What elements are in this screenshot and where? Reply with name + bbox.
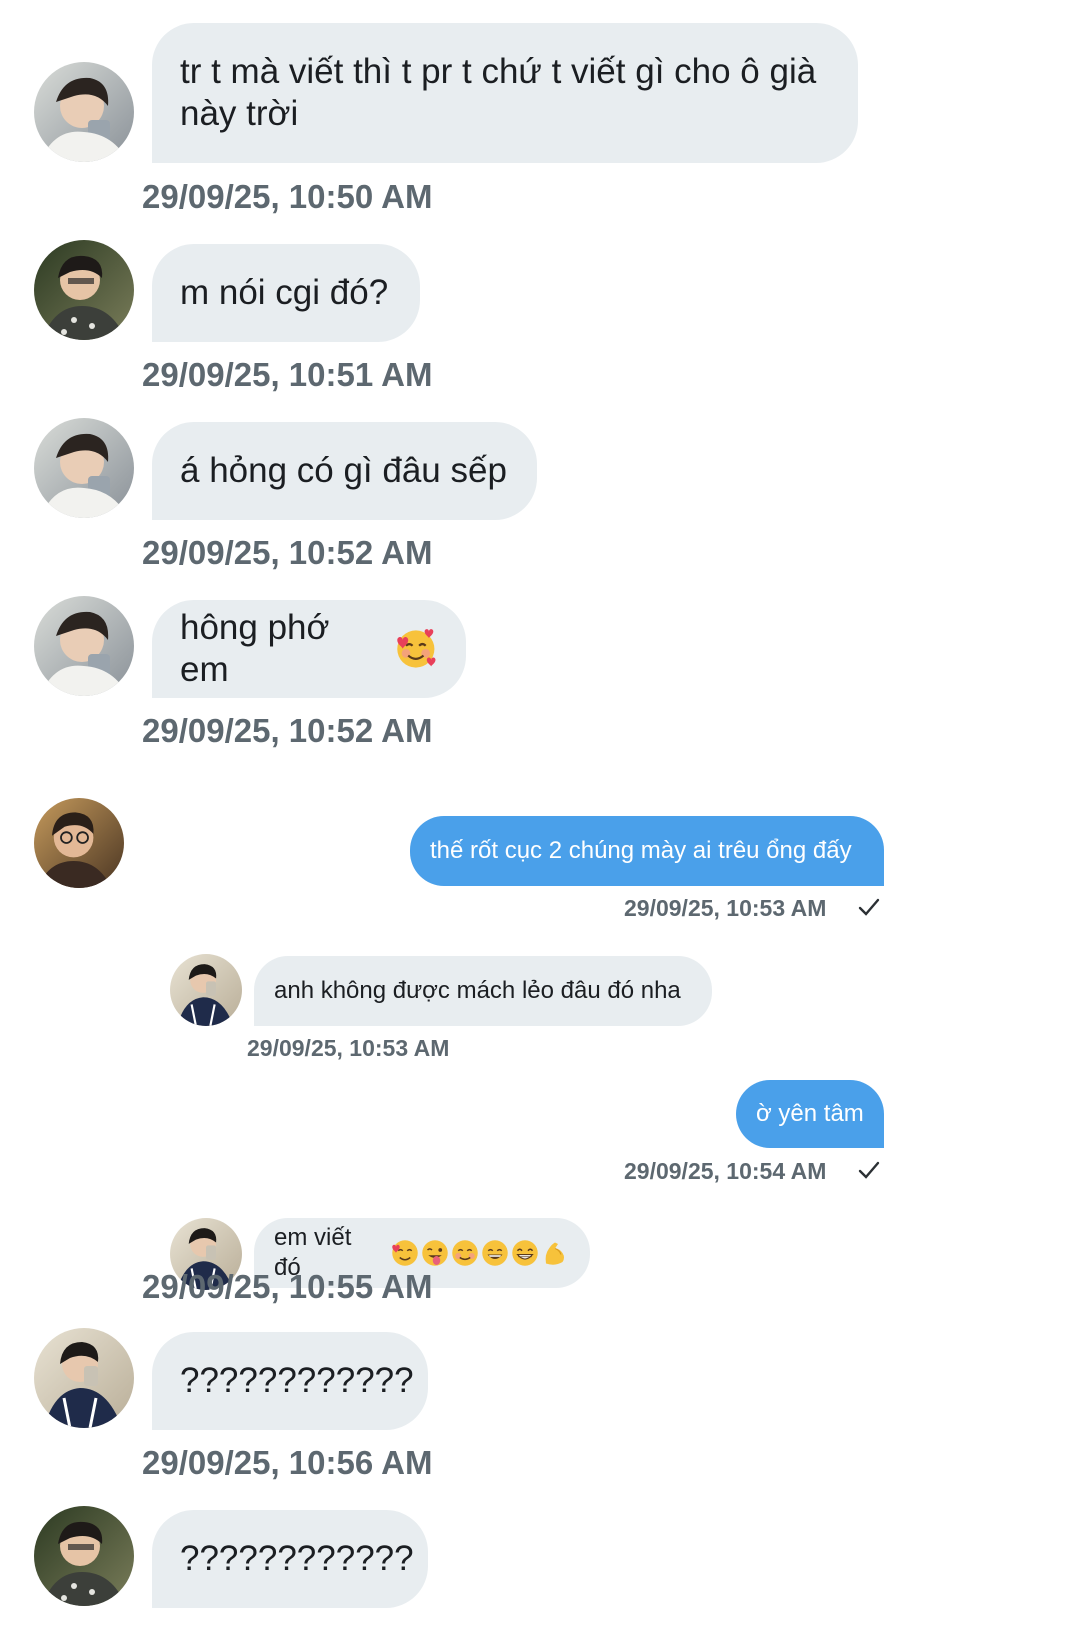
avatar[interactable]	[34, 240, 134, 340]
message-bubble[interactable]: thế rốt cục 2 chúng mày ai trêu ổng đấy	[410, 816, 884, 886]
avatar[interactable]	[170, 954, 242, 1026]
message-timestamp: 29/09/25, 10:51 AM	[142, 356, 433, 393]
message-text: hông phớ em	[180, 608, 330, 689]
smiling-face-icon	[452, 1240, 478, 1266]
message-timestamp: 29/09/25, 10:55 AM	[142, 1268, 433, 1305]
avatar[interactable]	[34, 418, 134, 518]
message-text: m nói cgi đó?	[180, 273, 389, 312]
grinning-face-icon	[482, 1240, 508, 1266]
smiling-face-with-hearts-icon	[392, 1240, 418, 1266]
message-timestamp: 29/09/25, 10:52 AM	[142, 534, 433, 571]
message-text: ????????????	[180, 1361, 414, 1400]
avatar[interactable]	[34, 798, 124, 888]
checkmark-icon	[858, 898, 880, 916]
message-timestamp: 29/09/25, 10:54 AM	[624, 1158, 827, 1184]
message-bubble[interactable]: ????????????	[152, 1332, 428, 1430]
avatar[interactable]	[34, 596, 134, 696]
message-text: ờ yên tâm	[756, 1100, 864, 1127]
message-bubble[interactable]: ????????????	[152, 1510, 428, 1608]
avatar[interactable]	[34, 62, 134, 162]
message-timestamp: 29/09/25, 10:53 AM	[247, 1035, 450, 1061]
flexed-biceps-icon	[545, 1242, 564, 1265]
winking-face-tongue-icon	[422, 1240, 448, 1266]
message-text: á hỏng có gì đâu sếp	[180, 451, 507, 490]
smiling-face-with-hearts-icon	[397, 629, 436, 668]
message-text: ????????????	[180, 1539, 414, 1578]
message-bubble[interactable]: m nói cgi đó?	[152, 244, 420, 342]
message-timestamp: 29/09/25, 10:52 AM	[142, 712, 433, 749]
beaming-face-icon	[512, 1240, 538, 1266]
message-timestamp: 29/09/25, 10:50 AM	[142, 178, 433, 215]
avatar[interactable]	[34, 1328, 134, 1428]
message-bubble[interactable]: anh không được mách lẻo đâu đó nha	[254, 956, 712, 1026]
message-timestamp: 29/09/25, 10:53 AM	[624, 895, 827, 921]
message-text: thế rốt cục 2 chúng mày ai trêu ổng đấy	[430, 837, 852, 864]
message-bubble[interactable]: á hỏng có gì đâu sếp	[152, 422, 537, 520]
message-text: tr t mà viết thì t pr t chứ t viết gì ch…	[180, 52, 817, 133]
message-timestamp: 29/09/25, 10:56 AM	[142, 1444, 433, 1481]
message-bubble[interactable]: ờ yên tâm	[736, 1080, 884, 1148]
message-bubble[interactable]: hông phớ em	[152, 600, 466, 698]
checkmark-icon	[858, 1161, 880, 1179]
message-text: anh không được mách lẻo đâu đó nha	[274, 977, 681, 1004]
avatar[interactable]	[34, 1506, 134, 1606]
message-bubble[interactable]: tr t mà viết thì t pr t chứ t viết gì ch…	[152, 23, 858, 163]
